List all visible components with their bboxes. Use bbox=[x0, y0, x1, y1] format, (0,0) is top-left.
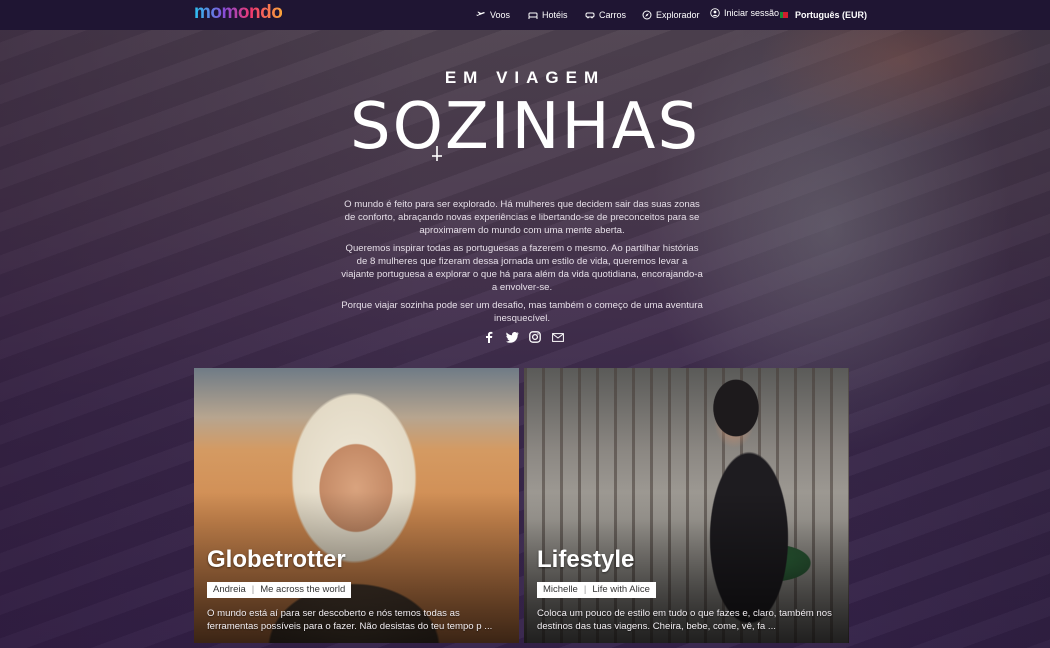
instagram-icon[interactable] bbox=[528, 330, 542, 344]
language-selector[interactable]: Português (EUR) bbox=[780, 8, 867, 22]
portugal-flag-icon bbox=[780, 12, 788, 18]
intro-paragraph: Porque viajar sozinha pode ser um desafi… bbox=[341, 300, 703, 324]
card-blog-name: Me across the world bbox=[260, 584, 346, 595]
momondo-logo[interactable]: momondo bbox=[194, 2, 283, 24]
language-label: Português (EUR) bbox=[795, 10, 867, 20]
tag-separator: | bbox=[583, 584, 587, 595]
intro-paragraph: Queremos inspirar todas as portuguesas a… bbox=[341, 243, 703, 293]
nav-explore[interactable]: Explorador bbox=[642, 8, 700, 22]
nav-cars[interactable]: Carros bbox=[585, 8, 626, 22]
plane-icon bbox=[476, 11, 485, 16]
hero-intro: O mundo é feito para ser explorado. Há m… bbox=[340, 198, 704, 330]
female-symbol-icon bbox=[432, 146, 442, 161]
bed-icon bbox=[528, 12, 538, 19]
card-title: Lifestyle bbox=[537, 546, 635, 573]
social-links bbox=[482, 330, 565, 344]
email-icon[interactable] bbox=[551, 330, 565, 344]
top-navigation-bar: momondo Voos Hotéis Carros Explorador In… bbox=[0, 0, 1050, 30]
card-author-tag: Michelle | Life with Alice bbox=[537, 582, 656, 598]
car-icon bbox=[585, 12, 595, 19]
user-icon bbox=[710, 8, 720, 18]
card-description: O mundo está aí para ser descoberto e nó… bbox=[207, 608, 493, 632]
story-card-lifestyle[interactable]: Lifestyle Michelle | Life with Alice Col… bbox=[524, 368, 849, 643]
tag-separator: | bbox=[251, 584, 255, 595]
card-description: Coloca um pouco de estilo em tudo o que … bbox=[537, 608, 832, 632]
card-title: Globetrotter bbox=[207, 546, 346, 573]
nav-explore-label: Explorador bbox=[656, 10, 700, 20]
card-author-tag: Andreia | Me across the world bbox=[207, 582, 352, 598]
intro-paragraph: O mundo é feito para ser explorado. Há m… bbox=[344, 199, 700, 236]
login-link[interactable]: Iniciar sessão bbox=[710, 6, 779, 20]
twitter-icon[interactable] bbox=[505, 330, 519, 344]
login-label: Iniciar sessão bbox=[724, 8, 780, 18]
hero-headline: SOZINHAS bbox=[349, 90, 701, 164]
hero-kicker: EM VIAGEM bbox=[444, 68, 606, 87]
compass-icon bbox=[642, 10, 652, 20]
facebook-icon[interactable] bbox=[482, 330, 496, 344]
nav-hotels[interactable]: Hotéis bbox=[528, 8, 568, 22]
card-author: Andreia bbox=[213, 584, 246, 595]
nav-cars-label: Carros bbox=[599, 10, 627, 20]
card-author: Michelle bbox=[543, 584, 578, 595]
card-overlay bbox=[524, 368, 849, 643]
card-blog-name: Life with Alice bbox=[592, 584, 650, 595]
nav-hotels-label: Hotéis bbox=[542, 10, 568, 20]
nav-flights[interactable]: Voos bbox=[476, 8, 510, 22]
card-overlay bbox=[194, 368, 519, 643]
nav-flights-label: Voos bbox=[490, 10, 511, 20]
story-card-globetrotter[interactable]: Globetrotter Andreia | Me across the wor… bbox=[194, 368, 519, 643]
